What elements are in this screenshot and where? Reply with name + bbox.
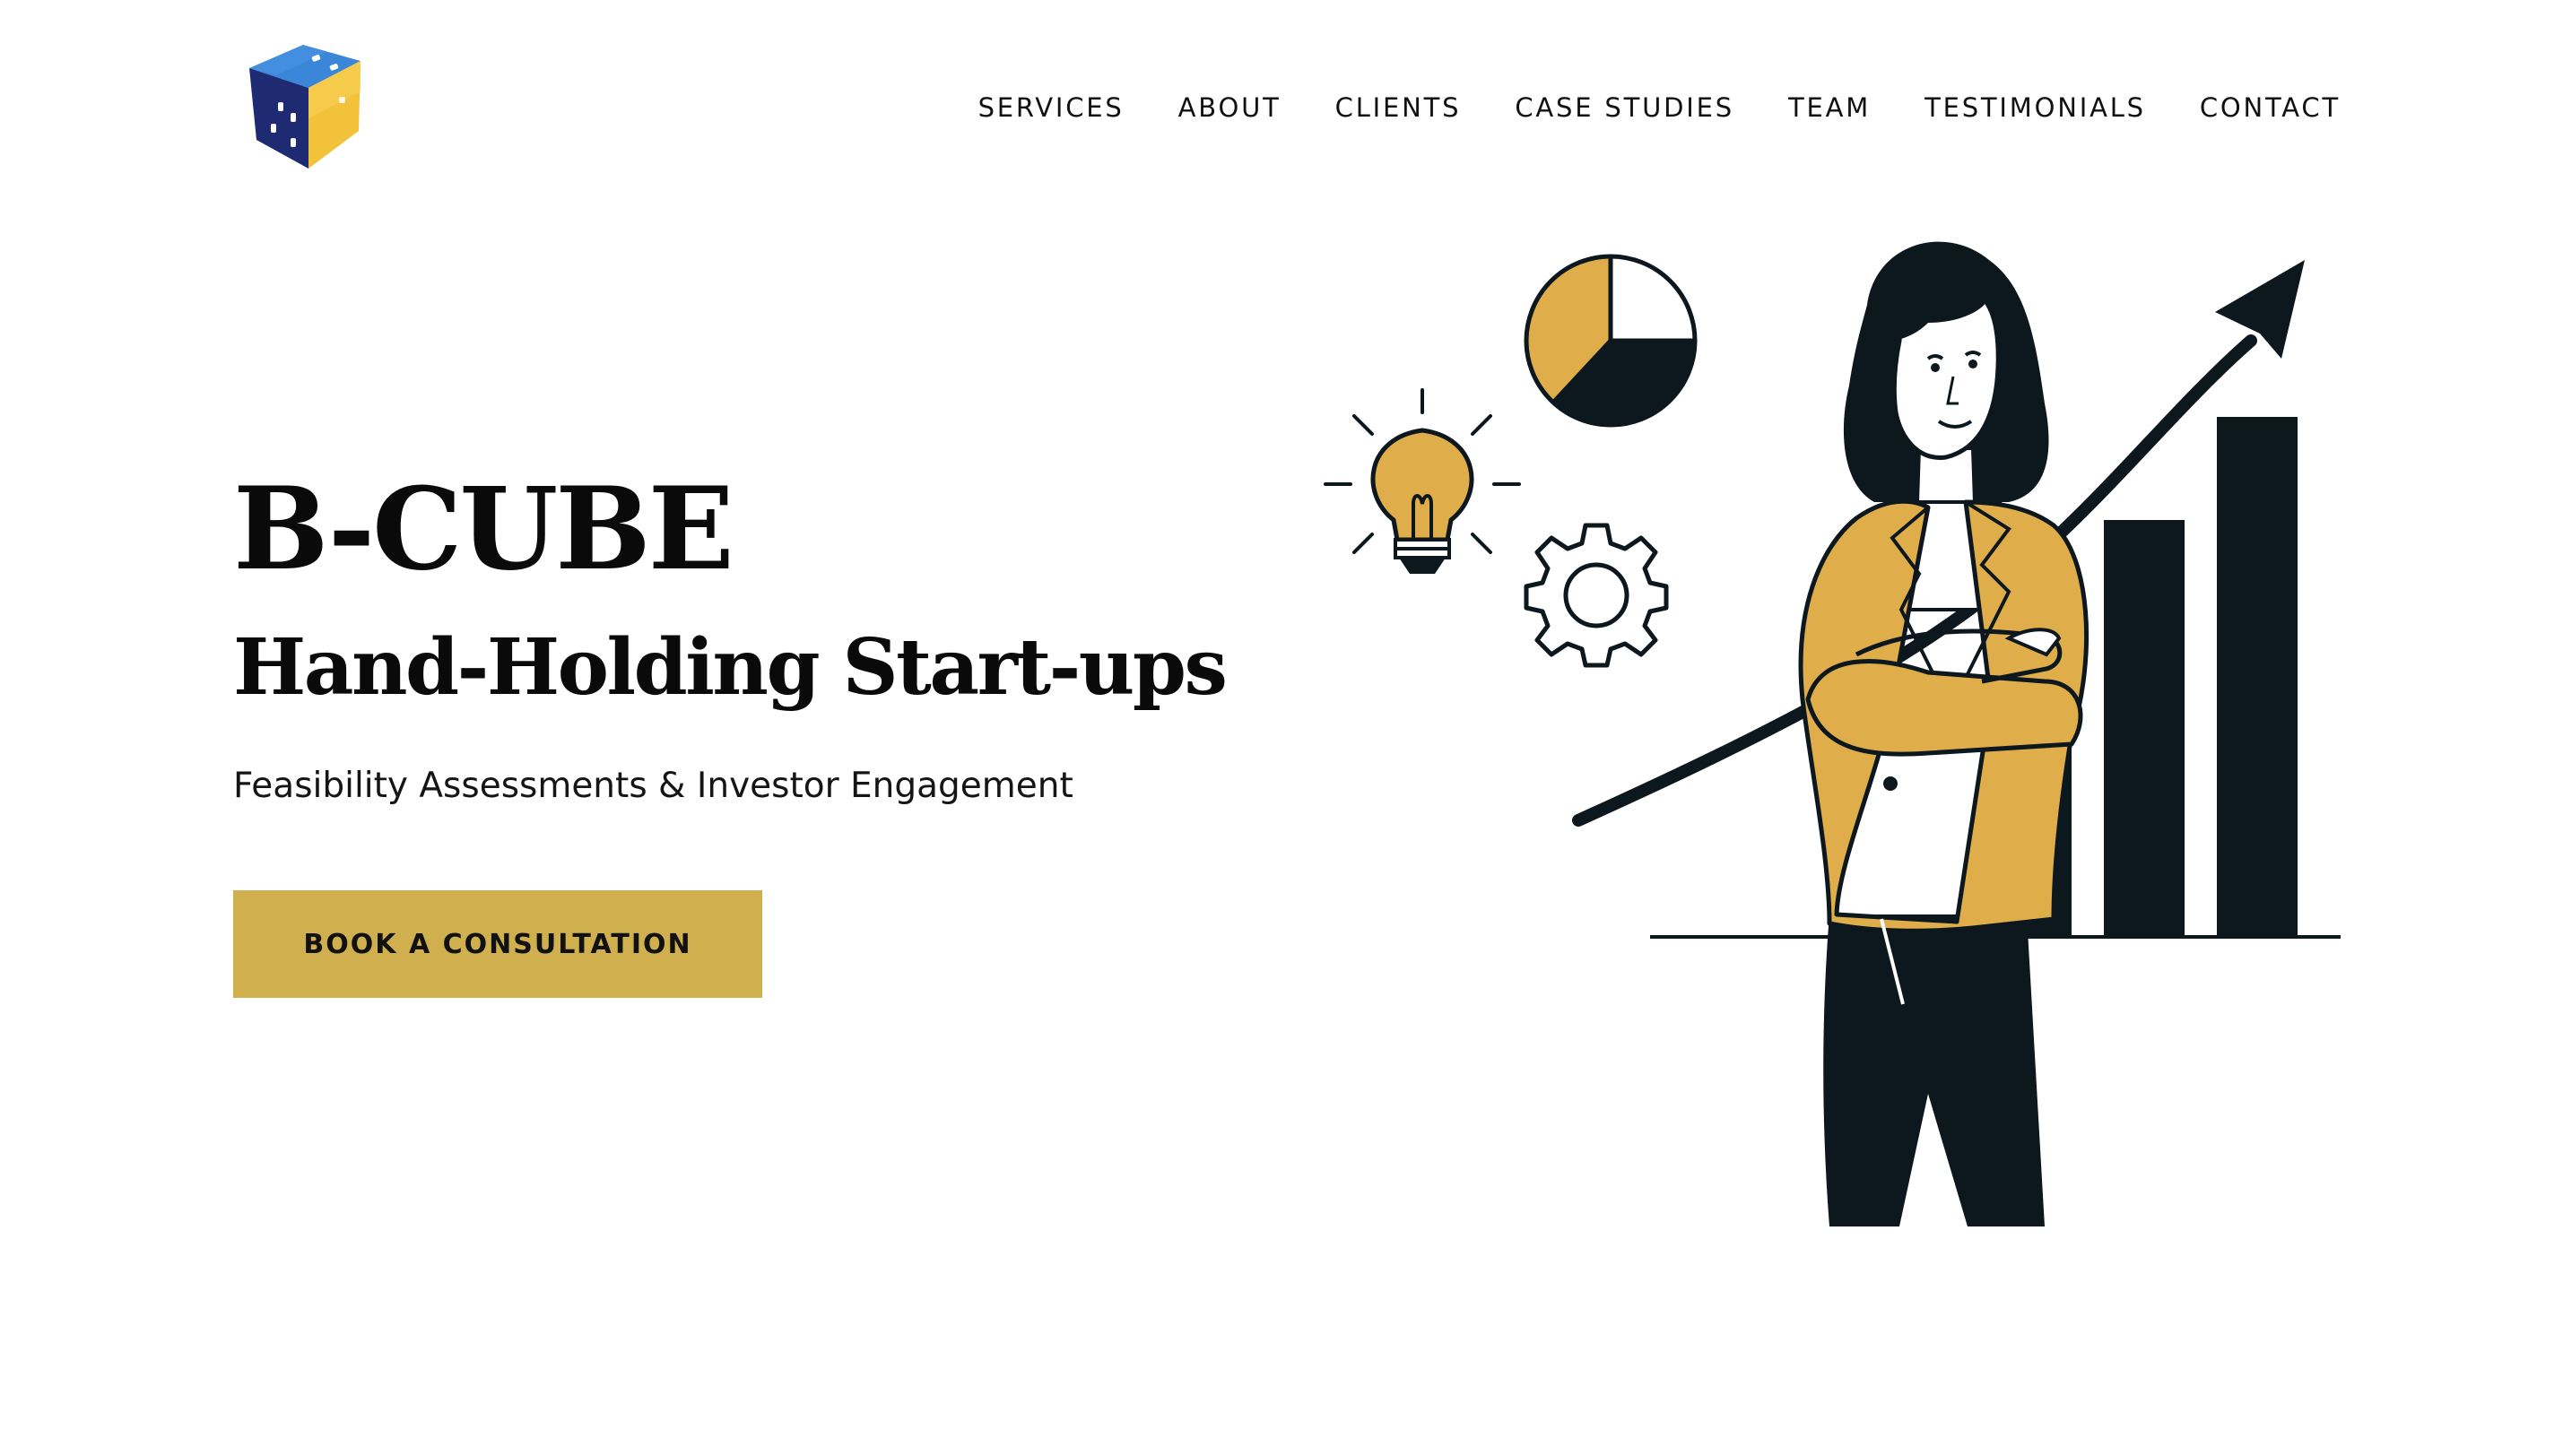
hero-subtitle: Hand-Holding Start-ups bbox=[233, 622, 1228, 713]
hero-tagline: Feasibility Assessments & Investor Engag… bbox=[233, 766, 1073, 806]
nav-case-studies-link[interactable]: CASE STUDIES bbox=[1515, 90, 1734, 126]
hero-title: B-CUBE bbox=[233, 463, 734, 595]
gear-icon bbox=[1524, 523, 1669, 668]
book-consultation-button[interactable]: BOOK A CONSULTATION bbox=[233, 890, 762, 998]
brand-logo[interactable] bbox=[237, 38, 371, 174]
nav-services-link[interactable]: SERVICES bbox=[978, 90, 1125, 126]
dice-cube-logo-icon bbox=[249, 45, 361, 169]
main-nav: SERVICES ABOUT CLIENTS CASE STUDIES TEAM… bbox=[925, 90, 2341, 126]
hero-illustration bbox=[1300, 233, 2359, 1237]
bar-2 bbox=[2104, 520, 2185, 937]
nav-clients-link[interactable]: CLIENTS bbox=[1335, 90, 1462, 126]
businesswoman-figure bbox=[1798, 241, 2089, 1226]
lightbulb-icon bbox=[1324, 388, 1521, 574]
hero-illustration-svg bbox=[1324, 241, 2341, 1226]
pie-chart-icon bbox=[1524, 254, 1698, 428]
bar-3 bbox=[2217, 417, 2298, 937]
nav-testimonials-link[interactable]: TESTIMONIALS bbox=[1924, 90, 2146, 126]
nav-team-link[interactable]: TEAM bbox=[1788, 90, 1871, 126]
nav-about-link[interactable]: ABOUT bbox=[1178, 90, 1282, 126]
nav-contact-link[interactable]: CONTACT bbox=[2200, 90, 2341, 126]
